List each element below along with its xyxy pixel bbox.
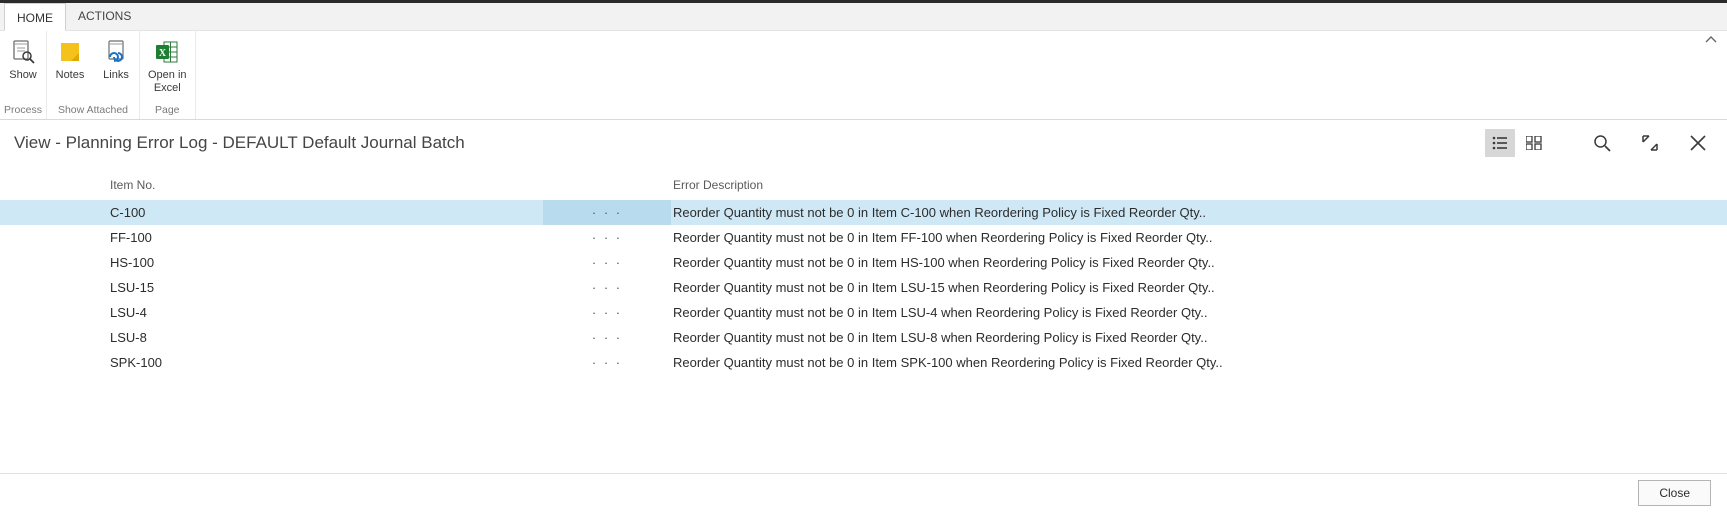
col-header-item-no[interactable]: Item No.: [108, 178, 543, 192]
grid-body: C-100· · ·Reorder Quantity must not be 0…: [0, 200, 1727, 375]
link-icon: [101, 37, 131, 67]
ribbon-group-caption-page: Page: [140, 102, 195, 119]
cell-item-no: LSU-4: [108, 305, 543, 320]
tab-home[interactable]: HOME: [4, 3, 66, 31]
open-in-excel-button[interactable]: X Open in Excel: [140, 31, 195, 102]
excel-icon: X: [152, 37, 182, 67]
table-row[interactable]: FF-100· · ·Reorder Quantity must not be …: [0, 225, 1727, 250]
close-button[interactable]: [1683, 129, 1713, 157]
svg-text:X: X: [159, 48, 167, 59]
links-button-label: Links: [103, 69, 129, 82]
row-actions-button[interactable]: · · ·: [543, 250, 671, 275]
ribbon-group-caption-show-attached: Show Attached: [47, 102, 139, 119]
cell-item-no: HS-100: [108, 255, 543, 270]
notes-button-label: Notes: [56, 69, 85, 82]
table-row[interactable]: SPK-100· · ·Reorder Quantity must not be…: [0, 350, 1727, 375]
cell-error-description: Reorder Quantity must not be 0 in Item L…: [671, 280, 1727, 295]
table-row[interactable]: LSU-15· · ·Reorder Quantity must not be …: [0, 275, 1727, 300]
ribbon-group-page: X Open in Excel Page: [140, 31, 196, 119]
table-row[interactable]: LSU-4· · ·Reorder Quantity must not be 0…: [0, 300, 1727, 325]
show-button-label: Show: [9, 69, 37, 82]
page-magnify-icon: [8, 37, 38, 67]
view-list-button[interactable]: [1485, 129, 1515, 157]
open-in-excel-label: Open in Excel: [148, 69, 187, 95]
links-button[interactable]: Links: [93, 31, 139, 102]
row-actions-button[interactable]: · · ·: [543, 225, 671, 250]
table-row[interactable]: HS-100· · ·Reorder Quantity must not be …: [0, 250, 1727, 275]
search-button[interactable]: [1587, 129, 1617, 157]
cell-error-description: Reorder Quantity must not be 0 in Item L…: [671, 305, 1727, 320]
table-row[interactable]: C-100· · ·Reorder Quantity must not be 0…: [0, 200, 1727, 225]
footer-divider: [0, 473, 1727, 474]
note-icon: [55, 37, 85, 67]
cell-item-no: FF-100: [108, 230, 543, 245]
cell-item-no: SPK-100: [108, 355, 543, 370]
table-row[interactable]: LSU-8· · ·Reorder Quantity must not be 0…: [0, 325, 1727, 350]
col-header-error-description[interactable]: Error Description: [671, 178, 1727, 192]
notes-button[interactable]: Notes: [47, 31, 93, 102]
ribbon-collapse-button[interactable]: [1701, 33, 1721, 47]
page-title: View - Planning Error Log - DEFAULT Defa…: [14, 133, 465, 153]
ribbon: Show Process Notes: [0, 31, 1727, 120]
close-page-button[interactable]: Close: [1638, 480, 1711, 506]
row-actions-button[interactable]: · · ·: [543, 200, 671, 225]
row-actions-button[interactable]: · · ·: [543, 300, 671, 325]
view-tiles-button[interactable]: [1519, 129, 1549, 157]
ribbon-group-caption-process: Process: [0, 102, 46, 119]
footer: Close: [1638, 480, 1711, 506]
cell-error-description: Reorder Quantity must not be 0 in Item C…: [671, 205, 1727, 220]
cell-error-description: Reorder Quantity must not be 0 in Item L…: [671, 330, 1727, 345]
title-bar: View - Planning Error Log - DEFAULT Defa…: [0, 120, 1727, 164]
ribbon-group-process: Show Process: [0, 31, 47, 119]
cell-error-description: Reorder Quantity must not be 0 in Item F…: [671, 230, 1727, 245]
popout-button[interactable]: [1635, 129, 1665, 157]
row-actions-button[interactable]: · · ·: [543, 325, 671, 350]
cell-item-no: C-100: [108, 205, 543, 220]
grid-header: Item No. Error Description: [0, 174, 1727, 200]
grid: Item No. Error Description C-100· · ·Reo…: [0, 164, 1727, 375]
cell-error-description: Reorder Quantity must not be 0 in Item H…: [671, 255, 1727, 270]
show-button[interactable]: Show: [0, 31, 46, 102]
ribbon-tab-strip: HOME ACTIONS: [0, 3, 1727, 31]
title-actions: [1485, 129, 1713, 157]
row-actions-button[interactable]: · · ·: [543, 275, 671, 300]
cell-item-no: LSU-15: [108, 280, 543, 295]
ribbon-group-show-attached: Notes Links Show Attached: [47, 31, 140, 119]
tab-actions[interactable]: ACTIONS: [66, 2, 143, 30]
row-actions-button[interactable]: · · ·: [543, 350, 671, 375]
cell-error-description: Reorder Quantity must not be 0 in Item S…: [671, 355, 1727, 370]
cell-item-no: LSU-8: [108, 330, 543, 345]
